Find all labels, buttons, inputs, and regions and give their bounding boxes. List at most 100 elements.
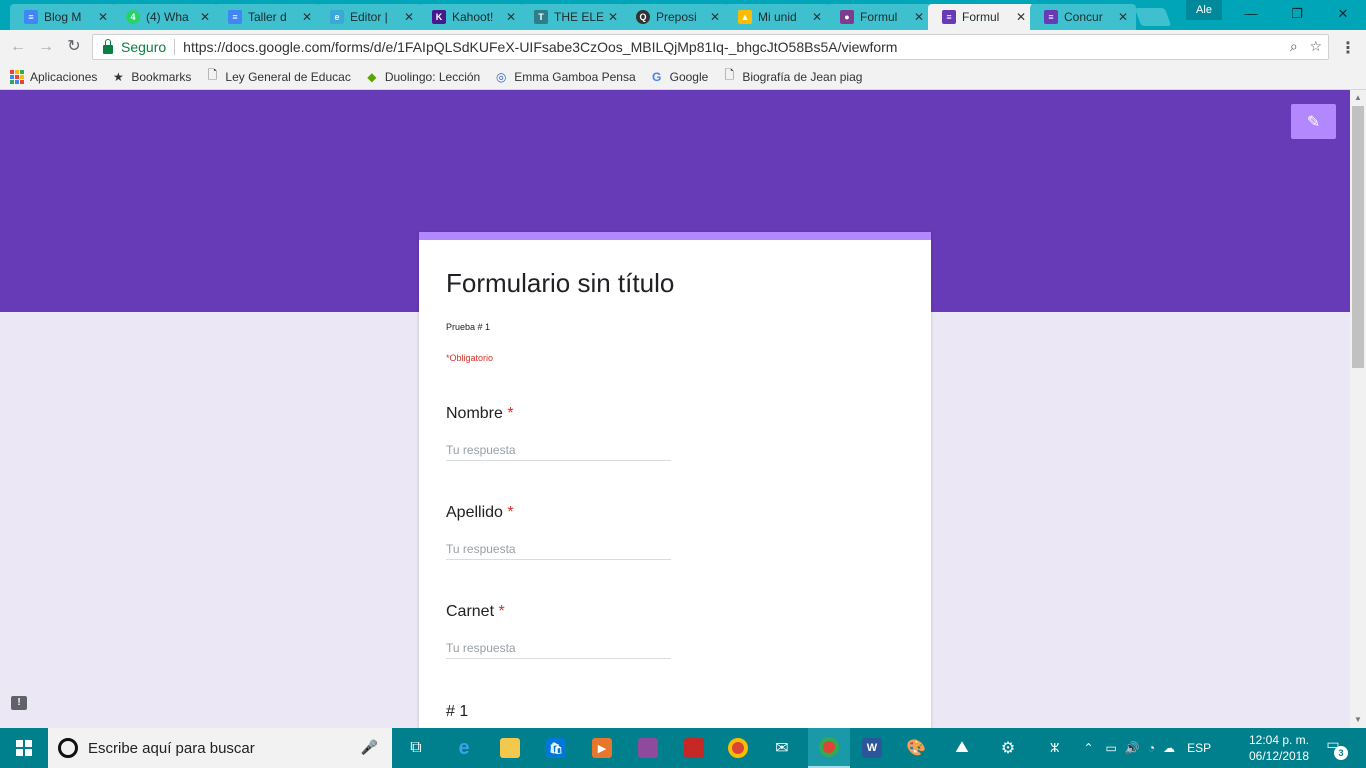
- scroll-down-icon[interactable]: ▼: [1350, 712, 1366, 728]
- media-player-icon[interactable]: ▶: [584, 728, 620, 768]
- mail-icon[interactable]: ✉: [764, 728, 800, 768]
- microphone-icon[interactable]: 🎤: [361, 739, 378, 756]
- clock[interactable]: 12:04 p. m. 06/12/2018: [1244, 732, 1314, 764]
- tab-label: Editor |: [350, 10, 388, 24]
- edge-icon[interactable]: e: [446, 728, 482, 768]
- scroll-up-icon[interactable]: ▲: [1350, 90, 1366, 106]
- file-explorer-icon[interactable]: [492, 728, 528, 768]
- tab-blog[interactable]: ≡ Blog M ✕: [10, 4, 116, 30]
- url-text[interactable]: https://docs.google.com/forms/d/e/1FAIpQ…: [183, 39, 897, 55]
- tab-label: Blog M: [44, 10, 82, 24]
- feedback-icon[interactable]: !: [11, 696, 27, 710]
- tab-label: Concur: [1064, 10, 1103, 24]
- wifi-icon[interactable]: ◔: [1148, 741, 1155, 755]
- taskbar-search[interactable]: Escribe aquí para buscar 🎤: [48, 728, 392, 768]
- tab-close-icon[interactable]: ✕: [708, 10, 722, 24]
- docs-icon: ≡: [228, 10, 242, 24]
- lock-icon: [103, 38, 113, 54]
- tab-close-icon[interactable]: ✕: [96, 10, 110, 24]
- bookmark-emma-gamboa[interactable]: ◎ Emma Gamboa Pensa: [494, 70, 636, 84]
- word-icon[interactable]: W: [854, 728, 890, 768]
- bookmark-label: Duolingo: Lección: [384, 69, 481, 84]
- tab-formul-contacts[interactable]: ● Formul ✕: [826, 4, 932, 30]
- bookmark-google[interactable]: G Google: [650, 70, 708, 84]
- forward-icon[interactable]: →: [36, 37, 56, 57]
- whatsapp-icon: 4: [126, 10, 140, 24]
- tab-kahoot[interactable]: K Kahoot! ✕: [418, 4, 524, 30]
- scrollbar-thumb[interactable]: [1352, 106, 1364, 368]
- docs-icon: ≡: [24, 10, 38, 24]
- quiz-icon: Q: [636, 10, 650, 24]
- apellido-input[interactable]: [446, 538, 671, 560]
- bookmarks-bar: Aplicaciones ★ Bookmarks 🗋 Ley General d…: [0, 64, 1366, 90]
- winrar-icon[interactable]: [630, 728, 666, 768]
- required-asterisk: *: [498, 603, 505, 620]
- bookmark-label: Aplicaciones: [30, 69, 98, 84]
- volume-icon[interactable]: 🔊: [1125, 741, 1140, 755]
- tab-close-icon[interactable]: ✕: [810, 10, 824, 24]
- bookmark-biografia[interactable]: 🗋 Biografía de Jean piag: [722, 68, 863, 84]
- bookmark-label: Biografía de Jean piag: [742, 69, 863, 84]
- kahoot-icon: K: [432, 10, 446, 24]
- form-page: ✎ Formulario sin título Prueba # 1 *Obli…: [0, 90, 1350, 728]
- battery-icon[interactable]: ▭: [1106, 741, 1117, 755]
- back-icon[interactable]: ←: [8, 37, 28, 57]
- tab-mi-unidad[interactable]: ▲ Mi unid ✕: [724, 4, 830, 30]
- bookmark-duolingo[interactable]: ◆ Duolingo: Lección: [365, 70, 480, 84]
- start-button[interactable]: [0, 728, 48, 768]
- chrome-menu-icon[interactable]: ⋮: [1340, 38, 1356, 58]
- tab-close-icon[interactable]: ✕: [300, 10, 314, 24]
- zoom-icon[interactable]: ⌕: [1290, 38, 1298, 54]
- chrome-active-icon[interactable]: [808, 728, 850, 768]
- tab-close-icon[interactable]: ✕: [1116, 10, 1130, 24]
- tab-the-ele[interactable]: T THE ELE ✕: [520, 4, 626, 30]
- reload-icon[interactable]: ↻: [64, 37, 84, 57]
- chevron-up-icon[interactable]: ⌃: [1083, 741, 1093, 755]
- tab-preposi[interactable]: Q Preposi ✕: [622, 4, 728, 30]
- page-scrollbar[interactable]: ▲ ▼: [1350, 90, 1366, 728]
- tab-label: Formul: [860, 10, 898, 24]
- tab-close-icon[interactable]: ✕: [402, 10, 416, 24]
- new-tab-button[interactable]: [1134, 8, 1172, 26]
- bookmark-ley-general[interactable]: 🗋 Ley General de Educac: [205, 68, 351, 84]
- network-error-icon[interactable]: ☁: [1163, 741, 1175, 755]
- store-icon[interactable]: 🛍: [538, 728, 574, 768]
- language-indicator[interactable]: ESP: [1187, 741, 1211, 755]
- tab-taller[interactable]: ≡ Taller d ✕: [214, 4, 320, 30]
- tab-close-icon[interactable]: ✕: [606, 10, 620, 24]
- tab-label: Kahoot!: [452, 10, 494, 24]
- tab-whatsapp[interactable]: 4 (4) Wha ✕: [112, 4, 218, 30]
- task-view-icon[interactable]: ⧉: [398, 728, 434, 768]
- settings-icon[interactable]: ⚙: [990, 728, 1026, 768]
- people-icon[interactable]: ⵣ: [1050, 741, 1059, 755]
- tab-close-icon[interactable]: ✕: [912, 10, 926, 24]
- bookmark-star-icon[interactable]: ☆: [1309, 38, 1322, 54]
- close-window-icon[interactable]: ✕: [1320, 0, 1366, 30]
- paint-icon[interactable]: 🎨: [898, 728, 934, 768]
- notification-center-icon[interactable]: ▭ 3: [1322, 736, 1348, 760]
- game-icon[interactable]: [676, 728, 712, 768]
- profile-button[interactable]: Ale: [1186, 0, 1222, 20]
- tab-close-icon[interactable]: ✕: [1014, 10, 1028, 24]
- address-bar[interactable]: Seguro https://docs.google.com/forms/d/e…: [92, 34, 1329, 60]
- forms-icon: ≡: [942, 10, 956, 24]
- minimize-icon[interactable]: —: [1228, 0, 1274, 30]
- tab-close-icon[interactable]: ✕: [198, 10, 212, 24]
- tab-editor[interactable]: e Editor | ✕: [316, 4, 422, 30]
- nombre-input[interactable]: [446, 439, 671, 461]
- address-separator: [174, 39, 176, 55]
- tab-close-icon[interactable]: ✕: [504, 10, 518, 24]
- tab-concur[interactable]: ≡ Concur ✕: [1030, 4, 1136, 30]
- chrome-icon[interactable]: [720, 728, 756, 768]
- bookmark-apps[interactable]: Aplicaciones: [10, 69, 98, 84]
- required-note: *Obligatorio: [446, 353, 494, 363]
- restore-icon[interactable]: ❐: [1274, 0, 1320, 30]
- question-label: Nombre: [446, 405, 503, 422]
- tab-formul-active[interactable]: ≡ Formul ✕: [928, 4, 1034, 30]
- edit-form-button[interactable]: ✎: [1291, 104, 1336, 139]
- question-label: Carnet: [446, 603, 495, 620]
- carnet-input[interactable]: [446, 637, 671, 659]
- photos-icon[interactable]: ⛰: [944, 728, 980, 768]
- forms-icon: ≡: [1044, 10, 1058, 24]
- bookmark-bookmarks[interactable]: ★ Bookmarks: [111, 70, 191, 84]
